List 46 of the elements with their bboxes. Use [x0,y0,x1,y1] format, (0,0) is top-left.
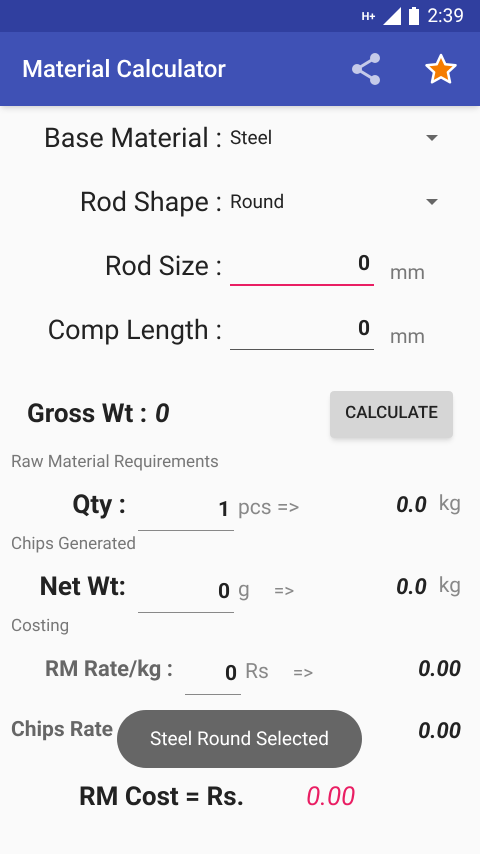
app-title: Material Calculator [22,54,227,85]
unit-label: pcs => [238,495,300,522]
unit-label: Rs [245,659,269,686]
unit-label: kg [438,491,461,518]
number-input[interactable]: 1 [138,495,234,531]
row-label: Chips Rate [10,717,114,744]
field-label: Comp Length : [46,312,223,348]
network-type: H+ [362,10,376,22]
rm-cost-value: 0.00 [306,780,356,814]
result-value: 0.0 [396,492,427,520]
unit-label: mm [390,259,426,286]
number-input[interactable]: 0 [138,577,234,613]
star-icon[interactable] [424,53,458,85]
battery-icon [409,7,420,25]
number-input[interactable]: 0 [230,246,374,286]
section-title: Costing [10,615,70,638]
row-label: Net Wt: [38,570,127,604]
unit-label: g [238,577,250,604]
result-value: 0.0 [396,574,427,602]
row-label: RM Rate/kg : [44,656,174,684]
field-label: Rod Size : [104,248,223,284]
calculate-button[interactable]: CALCULATE [330,390,453,438]
result-value: 0.00 [418,718,461,746]
number-input[interactable]: 0 [185,659,241,695]
signal-icon [383,7,402,25]
toast: Steel Round Selected [117,710,362,768]
dropdown-caret-icon[interactable] [426,135,438,141]
gross-weight-value: 0 [155,398,171,430]
row-label: Qty : [71,488,127,522]
gross-weight-label: Gross Wt : [27,398,148,430]
unit-label: mm [390,323,426,350]
dropdown[interactable]: Round [230,188,442,216]
share-icon[interactable] [350,52,382,86]
arrow-text: => [274,578,294,604]
field-label: Rod Shape : [78,184,223,220]
dropdown[interactable]: Steel [230,124,442,152]
field-label: Base Material : [42,120,223,156]
number-input[interactable]: 0 [230,310,374,350]
dropdown-caret-icon[interactable] [426,199,438,205]
unit-label: kg [438,573,461,600]
rm-cost-label: RM Cost = Rs. [79,780,244,814]
clock: 2:39 [427,2,464,29]
result-value: 0.00 [418,656,461,684]
arrow-text: => [292,660,314,686]
section-title: Raw Material Requirements [10,451,220,474]
section-title: Chips Generated [10,533,137,556]
